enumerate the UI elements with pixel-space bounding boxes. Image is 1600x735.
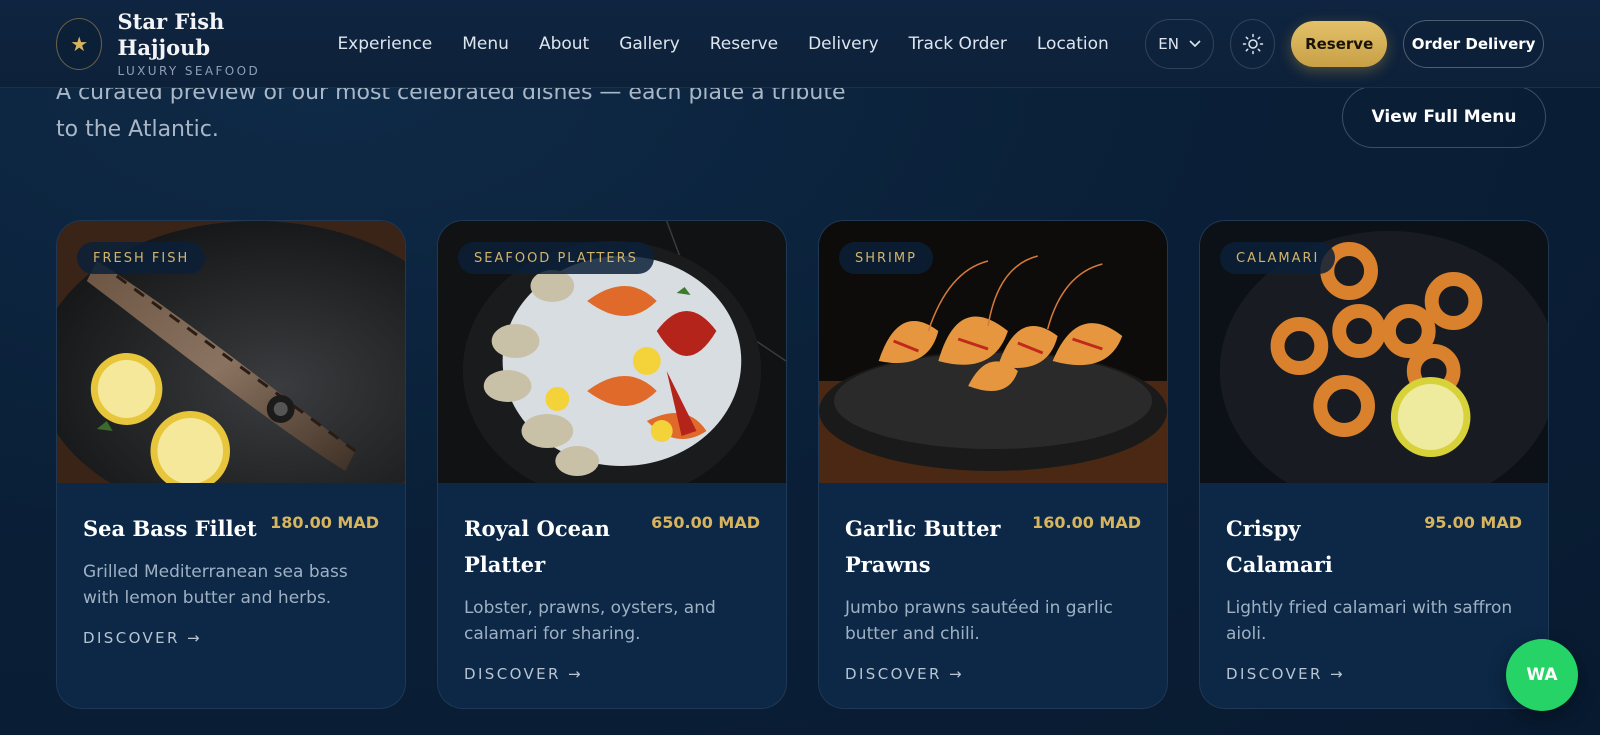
dish-price: 95.00 MAD bbox=[1424, 513, 1522, 532]
brand[interactable]: Star Fish Hajjoub LUXURY SEAFOOD bbox=[117, 9, 301, 77]
nav-delivery[interactable]: Delivery bbox=[808, 34, 879, 54]
sun-icon bbox=[1242, 33, 1263, 54]
reserve-button[interactable]: Reserve bbox=[1291, 20, 1388, 67]
dish-price: 650.00 MAD bbox=[651, 513, 760, 532]
dish-description: Grilled Mediterranean sea bass with lemo… bbox=[83, 562, 348, 608]
garlic-prawns-image: SHRIMP bbox=[819, 221, 1167, 483]
dish-title: Garlic Butter Prawns bbox=[845, 516, 1001, 577]
dish-card[interactable]: FRESH FISH Sea Bass Fillet 180.00 MAD Gr… bbox=[56, 220, 406, 709]
nav-menu[interactable]: Menu bbox=[462, 34, 509, 54]
dish-title: Royal Ocean Platter bbox=[464, 516, 610, 577]
category-badge: CALAMARI bbox=[1220, 242, 1336, 274]
main-nav: Experience Menu About Gallery Reserve De… bbox=[337, 34, 1108, 54]
nav-gallery[interactable]: Gallery bbox=[619, 34, 680, 54]
category-badge: SHRIMP bbox=[839, 242, 933, 274]
nav-reserve[interactable]: Reserve bbox=[710, 34, 778, 54]
discover-link[interactable]: DISCOVER → bbox=[845, 665, 964, 683]
sea-bass-image: FRESH FISH bbox=[57, 221, 405, 483]
discover-link[interactable]: DISCOVER → bbox=[464, 665, 583, 683]
language-label: EN bbox=[1158, 34, 1179, 53]
dish-cards: FRESH FISH Sea Bass Fillet 180.00 MAD Gr… bbox=[56, 220, 1549, 709]
nav-location[interactable]: Location bbox=[1037, 34, 1109, 54]
discover-link[interactable]: DISCOVER → bbox=[1226, 665, 1345, 683]
dish-description: Jumbo prawns sautéed in garlic butter an… bbox=[845, 598, 1113, 644]
brand-name: Star Fish Hajjoub bbox=[117, 9, 225, 60]
dish-price: 160.00 MAD bbox=[1032, 513, 1141, 532]
chevron-down-icon bbox=[1189, 39, 1201, 47]
nav-track-order[interactable]: Track Order bbox=[909, 34, 1007, 54]
dish-card[interactable]: SHRIMP Garlic Butter Prawns 160.00 MAD J… bbox=[818, 220, 1168, 709]
brand-tagline: LUXURY SEAFOOD bbox=[117, 63, 261, 78]
theme-toggle-button[interactable] bbox=[1230, 18, 1276, 69]
category-badge: SEAFOOD PLATTERS bbox=[458, 242, 654, 274]
order-delivery-button[interactable]: Order Delivery bbox=[1403, 19, 1544, 68]
nav-about[interactable]: About bbox=[539, 34, 589, 54]
dish-price: 180.00 MAD bbox=[270, 513, 379, 532]
ocean-platter-image: SEAFOOD PLATTERS bbox=[438, 221, 786, 483]
nav-experience[interactable]: Experience bbox=[337, 34, 432, 54]
calamari-image: CALAMARI bbox=[1200, 221, 1548, 483]
view-full-menu-button[interactable]: View Full Menu bbox=[1342, 86, 1546, 148]
dish-card[interactable]: SEAFOOD PLATTERS Royal Ocean Platter 650… bbox=[437, 220, 787, 709]
dish-title: Crispy Calamari bbox=[1226, 516, 1333, 577]
dish-card[interactable]: CALAMARI Crispy Calamari 95.00 MAD Light… bbox=[1199, 220, 1549, 709]
whatsapp-button[interactable]: WA bbox=[1506, 639, 1578, 711]
category-badge: FRESH FISH bbox=[77, 242, 206, 274]
dish-title: Sea Bass Fillet bbox=[83, 516, 257, 541]
star-logo-icon[interactable]: ★ bbox=[56, 17, 103, 70]
dish-description: Lobster, prawns, oysters, and calamari f… bbox=[464, 598, 716, 644]
site-header: ★ Star Fish Hajjoub LUXURY SEAFOOD Exper… bbox=[0, 0, 1600, 88]
language-selector[interactable]: EN bbox=[1144, 18, 1215, 69]
dish-description: Lightly fried calamari with saffron aiol… bbox=[1226, 598, 1513, 644]
discover-link[interactable]: DISCOVER → bbox=[83, 629, 202, 647]
